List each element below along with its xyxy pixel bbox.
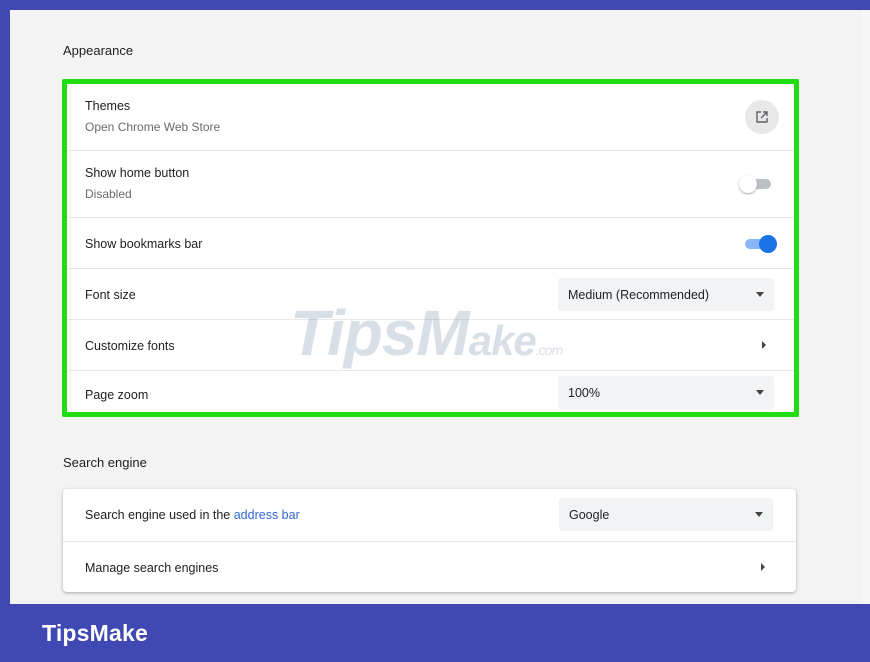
font-size-label: Font size	[85, 288, 136, 302]
left-frame-bar	[0, 0, 10, 662]
search-engine-select[interactable]: Google	[559, 498, 773, 531]
customize-fonts-row[interactable]: Customize fonts	[67, 319, 794, 371]
dropdown-arrow-icon	[756, 292, 764, 297]
address-bar-link[interactable]: address bar	[234, 508, 300, 522]
search-engine-value: Google	[569, 507, 610, 522]
themes-label: Themes	[85, 99, 131, 113]
manage-search-engines-row[interactable]: Manage search engines	[63, 541, 796, 593]
search-engine-label: Search engine used in the address bar	[85, 508, 300, 522]
appearance-section-title: Appearance	[63, 43, 134, 58]
search-engine-card: Search engine used in the address bar Go…	[63, 489, 796, 592]
dropdown-arrow-icon	[755, 512, 763, 517]
themes-row[interactable]: Themes Open Chrome Web Store	[67, 84, 794, 150]
footer-bar: TipsMake	[0, 604, 870, 662]
toggle-knob	[739, 175, 757, 193]
search-engine-section-title: Search engine	[63, 455, 147, 470]
footer-brand: TipsMake	[42, 619, 148, 646]
bookmarks-bar-toggle[interactable]	[741, 235, 777, 253]
customize-fonts-label: Customize fonts	[85, 339, 175, 353]
right-scroll-strip	[862, 10, 870, 610]
dropdown-arrow-icon	[756, 390, 764, 395]
search-engine-label-text: Search engine used in the	[85, 508, 231, 522]
page-zoom-value: 100%	[568, 385, 600, 400]
themes-sublabel: Open Chrome Web Store	[85, 120, 221, 134]
top-frame-bar	[0, 0, 870, 10]
font-size-select[interactable]: Medium (Recommended)	[558, 278, 774, 311]
search-engine-row: Search engine used in the address bar Go…	[63, 489, 796, 541]
page-zoom-row: Page zoom 100%	[67, 370, 794, 413]
bookmarks-bar-label: Show bookmarks bar	[85, 237, 203, 251]
open-in-new-button[interactable]	[745, 100, 779, 134]
manage-search-engines-label: Manage search engines	[85, 561, 219, 575]
toggle-knob	[759, 235, 777, 253]
home-button-row[interactable]: Show home button Disabled	[67, 150, 794, 218]
font-size-row: Font size Medium (Recommended)	[67, 268, 794, 320]
chevron-right-icon	[762, 341, 766, 349]
home-button-label: Show home button	[85, 166, 190, 180]
bookmarks-bar-row[interactable]: Show bookmarks bar	[67, 217, 794, 269]
chevron-right-icon	[761, 563, 765, 571]
appearance-card: Themes Open Chrome Web Store Show home b…	[62, 79, 799, 417]
page-zoom-label: Page zoom	[85, 388, 149, 402]
home-button-toggle[interactable]	[739, 175, 775, 193]
page-zoom-select[interactable]: 100%	[558, 376, 774, 409]
font-size-value: Medium (Recommended)	[568, 287, 710, 302]
home-button-sublabel: Disabled	[85, 187, 132, 201]
open-in-new-icon	[756, 111, 768, 123]
